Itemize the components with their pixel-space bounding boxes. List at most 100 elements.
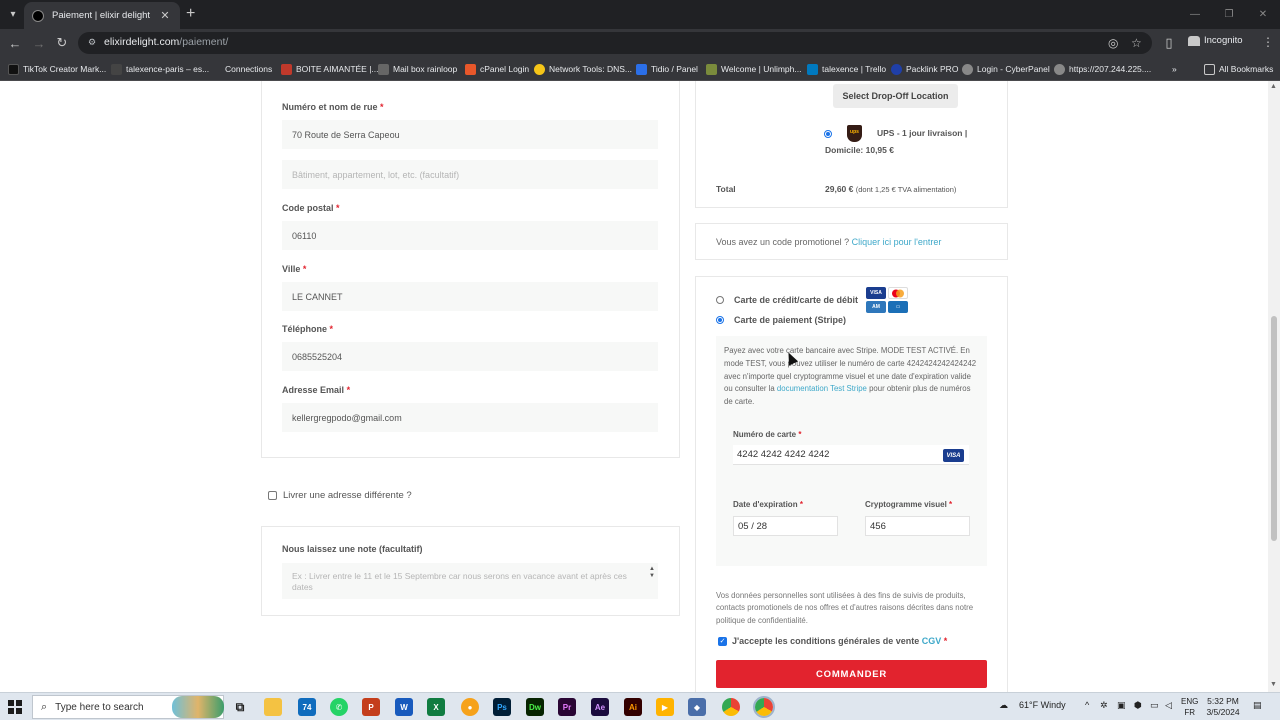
tab-paiement[interactable]: Paiement | elixir delight ✕ [24, 2, 180, 29]
page-scrollbar[interactable]: ▲ ▼ [1268, 81, 1280, 692]
volume-icon[interactable]: ◁ [1165, 700, 1172, 711]
more-bookmarks-chevron-icon[interactable]: » [1172, 61, 1177, 77]
city-field[interactable]: LE CANNET [282, 282, 658, 311]
phone-field[interactable]: 0685525204 [282, 342, 658, 371]
payment-option-stripe[interactable]: Carte de paiement (Stripe) [716, 315, 846, 325]
tray-app-icon[interactable]: ▣ [1117, 700, 1126, 711]
search-highlight-image [172, 696, 224, 718]
system-clock[interactable]: 5:32 PM 3/5/2024 [1200, 696, 1246, 718]
battery-icon[interactable]: ▭ [1150, 700, 1159, 711]
boite-icon [281, 63, 292, 75]
bookmark-item[interactable]: BOITE AIMANTÉE |... [281, 61, 379, 77]
chrome-icon[interactable] [722, 698, 740, 716]
visa-badge-icon: VISA [943, 449, 964, 462]
note-placeholder: Ex : Livrer entre le 11 et le 15 Septemb… [292, 571, 627, 592]
ups-shipping-radio[interactable] [824, 130, 832, 138]
minimize-icon[interactable]: — [1178, 0, 1212, 29]
packlink-icon [891, 63, 902, 75]
bookmark-item[interactable]: Connections [225, 61, 272, 77]
word-icon[interactable]: W [395, 698, 413, 716]
trello-icon [807, 63, 818, 75]
browser-menu-icon[interactable]: ⋮ [1262, 35, 1274, 49]
illustrator-icon[interactable]: Ai [624, 698, 642, 716]
note-textarea[interactable]: Ex : Livrer entre le 11 et le 15 Septemb… [282, 563, 658, 599]
cvc-field[interactable]: 456 [865, 516, 970, 536]
incognito-indicator[interactable]: Incognito [1188, 35, 1243, 46]
close-window-icon[interactable]: ✕ [1246, 0, 1280, 29]
email-field[interactable]: kellergregpodo@gmail.com [282, 403, 658, 432]
promo-link[interactable]: Cliquer ici pour l'entrer [852, 237, 942, 247]
select-dropoff-button[interactable]: Select Drop-Off Location [833, 84, 958, 108]
bookmark-item[interactable]: cPanel Login [465, 61, 529, 77]
street2-field[interactable]: Bâtiment, appartement, lot, etc. (facult… [282, 160, 658, 189]
after-effects-icon[interactable]: Ae [591, 698, 609, 716]
tray-app-icon[interactable]: ✲ [1100, 700, 1108, 711]
tray-chevron-icon[interactable]: ^ [1085, 700, 1089, 710]
weather-icon[interactable]: ☁ [999, 700, 1008, 711]
media-player-icon[interactable]: ▶ [656, 698, 674, 716]
bookmark-item[interactable]: Login - CyberPanel [962, 61, 1050, 77]
tab-close-icon[interactable]: ✕ [158, 9, 172, 22]
new-tab-plus-icon[interactable]: + [186, 5, 195, 23]
windows-start-icon[interactable] [8, 700, 22, 714]
task-view-icon[interactable]: ⧉ [231, 698, 249, 716]
tray-app-icon[interactable]: ⬢ [1134, 700, 1142, 711]
site-info-icon[interactable]: ⚙ [86, 37, 98, 49]
url-bar[interactable]: ⚙ elixirdelight.com/paiement/ ◎ ☆ [78, 32, 1152, 54]
photoshop-icon[interactable]: Ps [493, 698, 511, 716]
stripe-docs-link[interactable]: documentation Test Stripe [777, 384, 867, 393]
terms-acceptance[interactable]: ✓ J'accepte les conditions générales de … [718, 636, 947, 646]
bookmark-item[interactable]: TikTok Creator Mark... [8, 61, 106, 77]
folder-icon [1204, 63, 1215, 75]
forward-arrow-icon[interactable]: → [30, 34, 48, 52]
notifications-icon[interactable]: ▤ [1253, 700, 1262, 711]
restore-icon[interactable]: ❐ [1212, 0, 1246, 29]
bookmark-item[interactable]: Network Tools: DNS... [534, 61, 632, 77]
whatsapp-icon[interactable]: ✆ [330, 698, 348, 716]
payment-option-card[interactable]: Carte de crédit/carte de débit [716, 295, 858, 305]
cgv-link[interactable]: CGV [922, 636, 942, 646]
tab-search-chevron-icon[interactable]: ▾ [4, 5, 22, 23]
cvc-label: Cryptogramme visuel * [865, 500, 953, 509]
language-indicator[interactable]: ENG FR [1181, 696, 1198, 718]
url-text: elixirdelight.com/paiement/ [104, 36, 229, 48]
file-explorer-icon[interactable] [264, 698, 282, 716]
dreamweaver-icon[interactable]: Dw [526, 698, 544, 716]
globe-icon [962, 63, 973, 75]
bookmark-item[interactable]: Packlink PRO [891, 61, 958, 77]
ship-different-address[interactable]: Livrer une adresse différente ? [268, 490, 412, 501]
place-order-button[interactable]: COMMANDER [716, 660, 987, 688]
bookmark-item[interactable]: talexence | Trello [807, 61, 886, 77]
bookmark-item[interactable]: Tidio / Panel [636, 61, 698, 77]
virtualbox-icon[interactable]: ◆ [688, 698, 706, 716]
scrollbar-thumb[interactable] [1271, 316, 1277, 541]
card-number-field[interactable]: 4242 4242 4242 4242 [733, 445, 969, 465]
excel-icon[interactable]: X [427, 698, 445, 716]
ship-different-checkbox[interactable] [268, 491, 277, 500]
reload-icon[interactable]: ↻ [53, 34, 71, 52]
street-field[interactable]: 70 Route de Serra Capeou [282, 120, 658, 149]
back-arrow-icon[interactable]: ← [6, 34, 24, 52]
chrome-active-icon[interactable] [753, 696, 775, 718]
eye-off-icon[interactable]: ◎ [1108, 36, 1118, 50]
bookmark-item[interactable]: Welcome | Unlimph... [706, 61, 801, 77]
bookmark-item[interactable]: talexence-paris – es... [111, 61, 209, 77]
premiere-icon[interactable]: Pr [558, 698, 576, 716]
bookmark-item[interactable]: https://207.244.225.... [1054, 61, 1151, 77]
bookmark-item[interactable]: Mail box rainloop [378, 61, 457, 77]
textarea-scroll-arrows-icon[interactable]: ▲ ▼ [649, 566, 655, 580]
powerpoint-icon[interactable]: P [362, 698, 380, 716]
terms-checkbox[interactable]: ✓ [718, 636, 727, 646]
weather-text[interactable]: 61°F Windy [1019, 700, 1066, 710]
expiry-field[interactable]: 05 / 28 [733, 516, 838, 536]
app-icon[interactable]: ● [461, 698, 479, 716]
bookmark-star-icon[interactable]: ☆ [1131, 36, 1142, 50]
side-panel-icon[interactable]: ▯ [1160, 34, 1178, 52]
payment-stripe-radio[interactable] [716, 316, 724, 324]
payment-card-radio[interactable] [716, 296, 724, 304]
scroll-up-icon[interactable]: ▲ [1270, 83, 1277, 90]
outlook-icon[interactable]: 74 [298, 698, 316, 716]
scroll-down-icon[interactable]: ▼ [1270, 681, 1277, 688]
all-bookmarks[interactable]: All Bookmarks [1204, 61, 1273, 77]
postcode-field[interactable]: 06110 [282, 221, 658, 250]
